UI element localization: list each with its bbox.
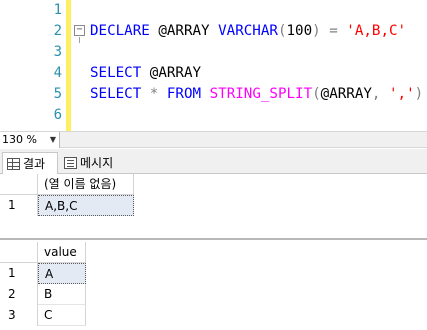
line-number: 2 [53, 23, 62, 39]
results-tab-bar: 결과 메시지 [0, 149, 427, 174]
punctuation: ) [312, 23, 321, 39]
row-number[interactable]: 2 [0, 284, 38, 305]
column-header[interactable]: value [38, 242, 86, 263]
line-number: 4 [53, 65, 62, 81]
zoom-dropdown[interactable]: 130 % ▼ [0, 132, 60, 148]
grid-cell[interactable]: A [38, 263, 86, 284]
variable: @ARRAY [149, 65, 202, 81]
keyword: FROM [166, 86, 202, 102]
outline-line [79, 37, 80, 43]
result-grid-1[interactable]: (열 이름 없음) 1 A,B,C [0, 174, 427, 240]
tab-results[interactable]: 결과 [2, 152, 58, 174]
tab-label: 메시지 [80, 156, 114, 170]
function-name: STRING_SPLIT [209, 86, 313, 102]
string-literal: 'A,B,C' [346, 23, 407, 39]
tab-messages[interactable]: 메시지 [60, 152, 117, 174]
grid-cell[interactable]: C [38, 305, 86, 326]
code-line-4[interactable]: SELECT @ARRAY [90, 63, 201, 84]
grid-cell[interactable]: B [38, 284, 86, 305]
query-editor[interactable]: 1 2 3 4 5 6 − DECLARE @ARRAY VARCHAR(100… [0, 0, 427, 131]
grid-icon [7, 157, 20, 170]
line-number: 6 [53, 107, 62, 123]
chevron-down-icon: ▼ [49, 135, 56, 144]
zoom-level: 130 % [2, 133, 37, 146]
string-literal: ',' [389, 86, 415, 102]
collapse-icon[interactable]: − [74, 25, 85, 36]
keyword: SELECT [90, 86, 142, 102]
line-number: 5 [53, 86, 62, 102]
variable: @ARRAY [320, 86, 372, 102]
number-literal: 100 [286, 23, 313, 39]
code-line-5[interactable]: SELECT * FROM STRING_SPLIT(@ARRAY, ',') [90, 84, 423, 105]
keyword: SELECT [90, 65, 142, 81]
row-number[interactable]: 1 [0, 263, 38, 284]
operator: = [329, 23, 338, 39]
row-number[interactable]: 3 [0, 305, 38, 326]
punctuation: ) [414, 86, 424, 102]
keyword: DECLARE [90, 23, 150, 39]
grid-corner [0, 242, 38, 263]
message-icon [64, 157, 77, 169]
code-line-2[interactable]: DECLARE @ARRAY VARCHAR(100) = 'A,B,C' [90, 21, 406, 42]
grid-corner [0, 174, 38, 195]
punctuation: , [371, 86, 381, 102]
variable: @ARRAY [158, 23, 210, 39]
result-grid-2[interactable]: value 1 A 2 B 3 C [0, 242, 427, 330]
punctuation: ( [312, 86, 321, 102]
operator: * [149, 86, 159, 102]
change-tracking-bar [66, 0, 71, 131]
grid-cell[interactable]: A,B,C [38, 195, 134, 216]
column-header[interactable]: (열 이름 없음) [38, 174, 134, 195]
tab-label: 결과 [23, 156, 46, 171]
line-number: 3 [53, 44, 62, 60]
keyword: VARCHAR [218, 23, 278, 39]
row-number[interactable]: 1 [0, 195, 38, 216]
line-number-gutter: 1 2 3 4 5 6 [0, 0, 62, 131]
editor-status-strip: 130 % ▼ [0, 131, 427, 148]
line-number: 1 [53, 2, 62, 18]
